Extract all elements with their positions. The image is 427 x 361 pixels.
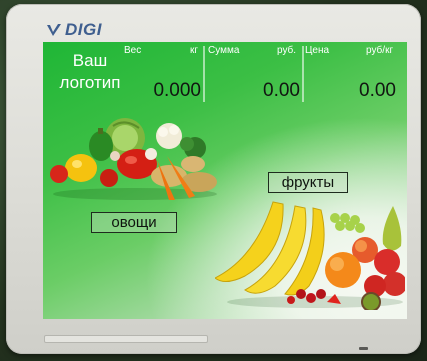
- total-unit: руб.: [277, 45, 297, 56]
- price-label: Цена: [305, 45, 330, 56]
- total-label: Сумма: [208, 45, 240, 56]
- price-value: 0.00: [359, 80, 396, 101]
- vegetables-image: [50, 118, 217, 200]
- power-indicator: [359, 347, 368, 350]
- weight-value: 0.000: [153, 80, 201, 101]
- weight-unit: кг: [190, 45, 199, 56]
- weight-label: Вес: [124, 45, 142, 56]
- model-info-strip: [44, 335, 208, 343]
- scale-photo-background: DIGI Ваш логотип Вес кг 0.000 Сумма руб.…: [0, 0, 427, 361]
- touch-screen: Ваш логотип Вес кг 0.000 Сумма руб. 0.00…: [43, 42, 407, 319]
- category-button-vegetables[interactable]: овощи: [91, 212, 177, 233]
- price-unit: руб/кг: [366, 45, 394, 56]
- brand-name: DIGI: [65, 20, 102, 39]
- brand-logo: DIGI: [46, 19, 102, 41]
- fruits-image: [215, 201, 405, 310]
- brand-check-icon: [47, 24, 61, 36]
- total-value: 0.00: [263, 80, 300, 101]
- logo-placeholder: Ваш логотип: [59, 51, 121, 92]
- divider-weight: [203, 46, 205, 102]
- category-button-fruits[interactable]: фрукты: [268, 172, 348, 193]
- divider-total: [302, 46, 304, 102]
